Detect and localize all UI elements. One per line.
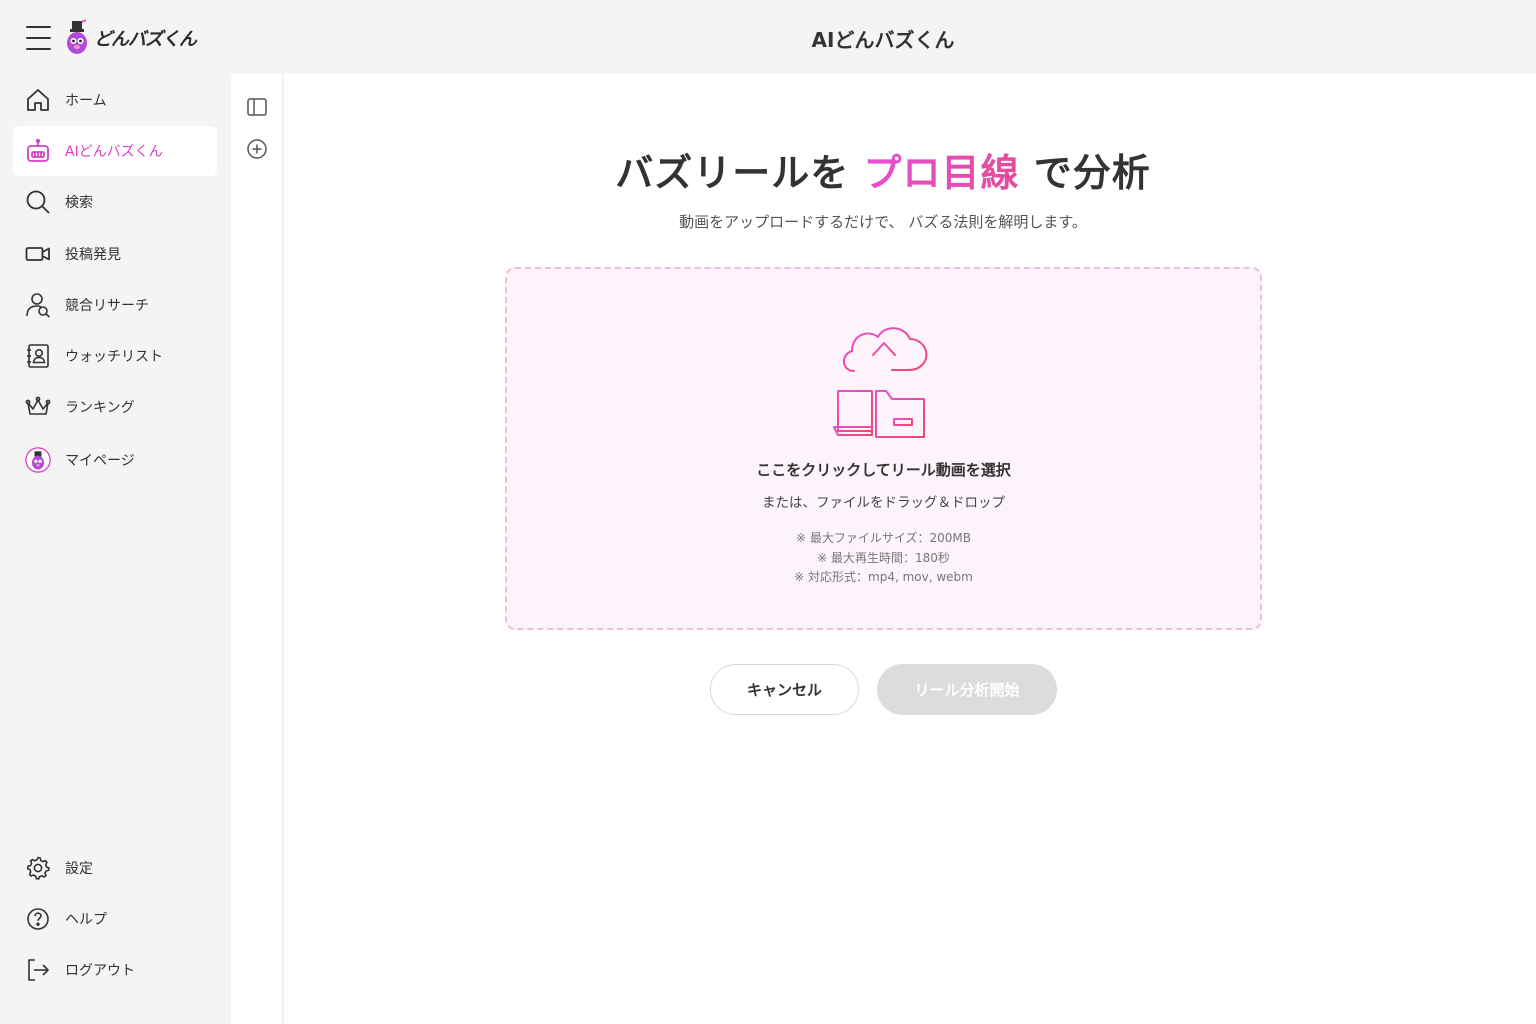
app-logo[interactable]: どんバズくん bbox=[64, 18, 197, 58]
subline: 動画をアップロードするだけで、 バズる法則を解明します。 bbox=[679, 213, 1087, 231]
sidebar-item-settings[interactable]: 設定 bbox=[13, 843, 217, 893]
headline-highlight: プロ目線 bbox=[863, 151, 1020, 195]
note-formats: ※ 対応形式：mp4, mov, webm bbox=[794, 570, 973, 584]
logout-icon bbox=[25, 957, 51, 983]
avatar-icon bbox=[25, 447, 51, 473]
crown-icon bbox=[25, 394, 51, 420]
sidebar-item-mypage[interactable]: マイページ bbox=[13, 435, 217, 485]
gear-icon bbox=[25, 855, 51, 881]
sidebar-item-post-discovery[interactable]: 投稿発見 bbox=[13, 229, 217, 279]
dropzone-notes: ※ 最大ファイルサイズ：200MB ※ 最大再生時間：180秒 ※ 対応形式：m… bbox=[507, 529, 1260, 588]
dropzone-subtitle: または、ファイルをドラッグ＆ドロップ bbox=[762, 495, 1005, 511]
dropzone-title: ここをクリックしてリール動画を選択 bbox=[756, 461, 1011, 479]
sidebar-item-ai-donbazu[interactable]: AIどんバズくん bbox=[13, 126, 217, 176]
logo-text: どんバズくん bbox=[94, 29, 197, 50]
top-bar: どんバズくん AIどんバズくん bbox=[0, 0, 1536, 74]
user-search-icon bbox=[25, 292, 51, 318]
sidebar: ホーム AIどんバズくん 検索 投稿発見 競合リサーチ ウォッチリスト ランキン… bbox=[0, 74, 231, 1024]
headline: バズリールを プロ目線 で分析 bbox=[615, 151, 1151, 195]
help-circle-icon bbox=[25, 906, 51, 932]
sidebar-item-logout[interactable]: ログアウト bbox=[13, 945, 217, 995]
contact-book-icon bbox=[25, 343, 51, 369]
sidebar-item-watchlist[interactable]: ウォッチリスト bbox=[13, 331, 217, 381]
side-rail bbox=[231, 74, 283, 1024]
video-camera-icon bbox=[25, 241, 51, 267]
robot-icon bbox=[25, 138, 51, 164]
note-max-size: ※ 最大ファイルサイズ：200MB bbox=[795, 531, 971, 545]
search-icon bbox=[25, 189, 51, 215]
sidebar-item-ranking[interactable]: ランキング bbox=[13, 382, 217, 432]
main-content: バズリールを プロ目線 で分析 動画をアップロードするだけで、 バズる法則を解明… bbox=[284, 74, 1536, 1024]
sidebar-item-help[interactable]: ヘルプ bbox=[13, 894, 217, 944]
sidebar-item-competitor-research[interactable]: 競合リサーチ bbox=[13, 280, 217, 330]
menu-icon[interactable] bbox=[26, 26, 51, 50]
note-max-duration: ※ 最大再生時間：180秒 bbox=[817, 550, 950, 565]
new-chat-icon[interactable] bbox=[246, 138, 268, 160]
start-analysis-button[interactable]: リール分析開始 bbox=[877, 664, 1057, 715]
cancel-button[interactable]: キャンセル bbox=[710, 664, 859, 715]
sidebar-item-home[interactable]: ホーム bbox=[13, 75, 217, 125]
sidebar-item-search[interactable]: 検索 bbox=[13, 177, 217, 227]
page-title: AIどんバズくん bbox=[811, 28, 955, 52]
toggle-panel-icon[interactable] bbox=[246, 96, 268, 118]
upload-dropzone[interactable]: ここをクリックしてリール動画を選択 または、ファイルをドラッグ＆ドロップ ※ 最… bbox=[505, 267, 1262, 630]
cloud-upload-file-icon bbox=[833, 327, 928, 438]
mascot-icon bbox=[67, 19, 87, 54]
home-icon bbox=[25, 87, 51, 113]
